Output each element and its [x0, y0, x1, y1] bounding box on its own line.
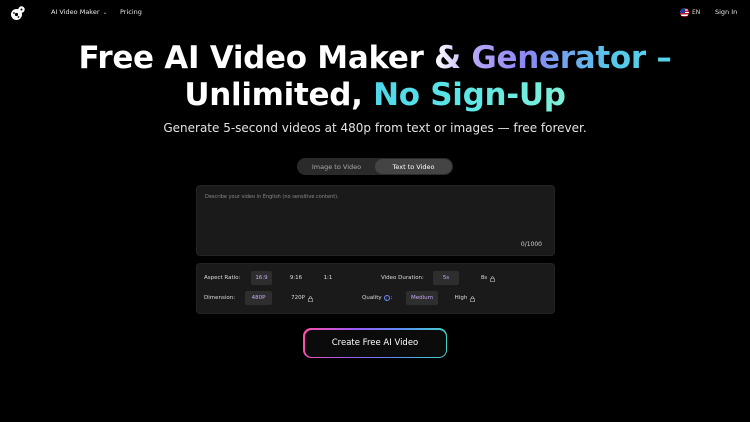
aspect-option-9-16[interactable]: 9:16 — [287, 271, 305, 285]
hero-title-line1: Free AI Video Maker & Generator – — [0, 40, 750, 77]
hero-title: Free AI Video Maker & Generator – Unlimi… — [0, 40, 750, 114]
info-icon[interactable]: i — [383, 295, 390, 301]
chevron-down-icon: ⌄ — [102, 8, 108, 16]
quality-option-high[interactable]: High — [454, 291, 476, 305]
language-label: EN — [692, 9, 701, 16]
quality-option-medium[interactable]: Medium — [406, 291, 438, 305]
nav-pricing[interactable]: Pricing — [120, 8, 142, 16]
prompt-box: 0/1000 — [196, 185, 555, 256]
sign-in-link[interactable]: Sign In — [715, 8, 737, 16]
quality-option-high-label: High — [454, 295, 468, 301]
us-flag-icon — [680, 8, 689, 17]
mode-tabs: Image to Video Text to Video — [297, 158, 453, 175]
dimension-option-720p-label: 720P — [291, 295, 305, 301]
hero-title-comma: , — [351, 77, 374, 113]
aspect-option-16-9[interactable]: 16:9 — [251, 271, 272, 285]
hero-title-line2: Unlimited, No Sign-Up — [0, 77, 750, 114]
hero-title-unlimited: Unlimited — [184, 77, 352, 113]
duration-option-5s[interactable]: 5s — [433, 271, 459, 285]
lock-icon — [490, 275, 495, 282]
prompt-input[interactable] — [205, 194, 545, 244]
create-video-button-label: Create Free AI Video — [304, 329, 446, 357]
dimension-option-720p[interactable]: 720P — [289, 291, 315, 305]
language-selector[interactable]: EN — [680, 8, 700, 17]
tab-image-to-video[interactable]: Image to Video — [298, 159, 375, 174]
lock-icon — [308, 295, 313, 302]
duration-option-8s-label: 8s — [480, 275, 488, 281]
hero-title-no-signup: No Sign-Up — [373, 77, 566, 113]
nav-ai-video-maker-label: AI Video Maker — [51, 8, 100, 16]
aspect-option-1-1[interactable]: 1:1 — [321, 271, 335, 285]
quality-label-text: Quality — [362, 295, 382, 301]
lock-icon — [470, 295, 476, 302]
video-duration-label: Video Duration: — [381, 275, 424, 281]
dimension-option-480p[interactable]: 480P — [245, 291, 272, 305]
settings-panel: Aspect Ratio: 16:9 9:16 1:1 Video Durati… — [196, 263, 555, 314]
quality-label: Quality i : — [362, 295, 393, 301]
create-video-button[interactable]: Create Free AI Video — [303, 328, 447, 358]
logo-icon[interactable] — [10, 5, 26, 21]
quality-label-colon: : — [390, 295, 393, 301]
top-nav: AI Video Maker ⌄ Pricing EN Sign In — [0, 0, 750, 26]
dimension-label: Dimension: — [204, 295, 236, 301]
duration-option-8s[interactable]: 8s — [478, 271, 498, 285]
nav-ai-video-maker[interactable]: AI Video Maker ⌄ — [51, 8, 108, 16]
aspect-ratio-label: Aspect Ratio: — [204, 275, 241, 281]
tab-text-to-video[interactable]: Text to Video — [375, 159, 452, 174]
hero-subtitle: Generate 5-second videos at 480p from te… — [163, 121, 587, 135]
character-counter: 0/1000 — [520, 241, 542, 248]
page: AI Video Maker ⌄ Pricing EN Sign In Free… — [0, 0, 750, 422]
